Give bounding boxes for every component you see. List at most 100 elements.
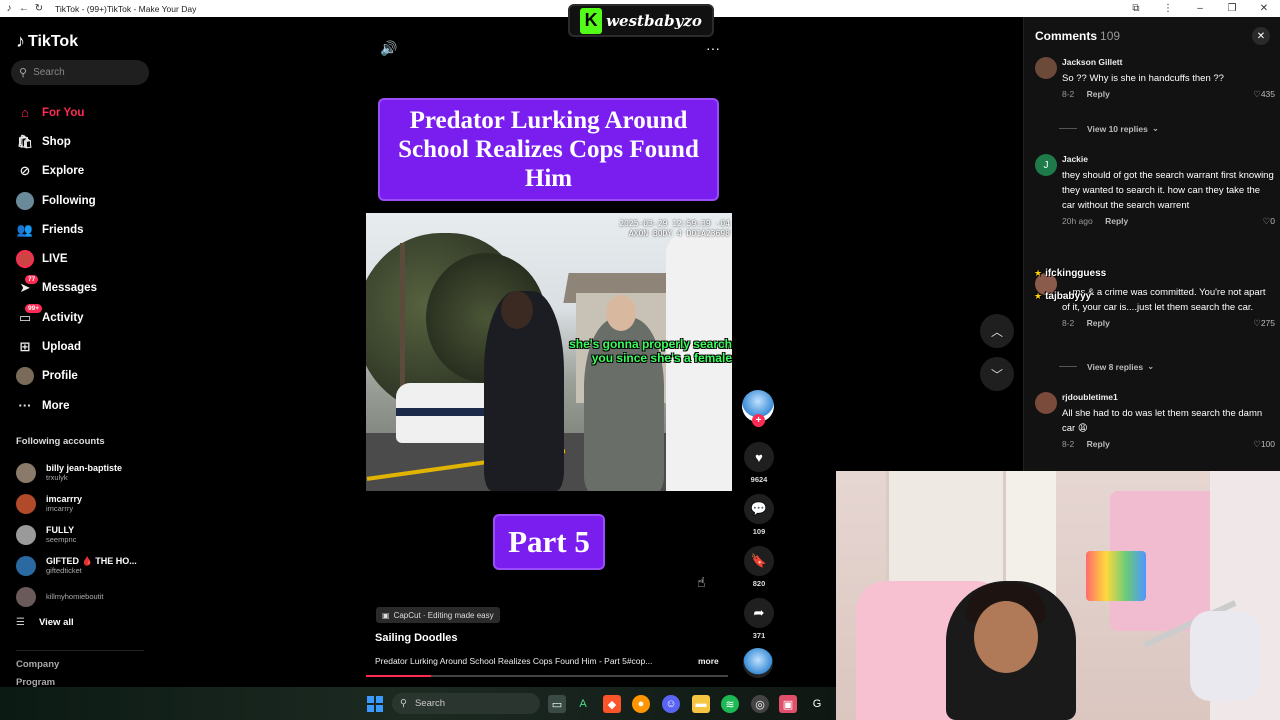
file-explorer-icon[interactable]: ▬	[692, 695, 710, 713]
progress-fill	[366, 675, 432, 677]
following-account[interactable]: FULLY seempnc	[16, 519, 137, 550]
nav-messages[interactable]: ➤ 77 Messages	[16, 274, 97, 303]
like-button[interactable]: ♥ 9624	[743, 442, 775, 484]
more-button[interactable]: more	[698, 656, 719, 666]
nav-explore[interactable]: ⊘ Explore	[16, 157, 97, 186]
footage-officer-head	[501, 291, 533, 329]
firefox-icon[interactable]: ●	[632, 695, 650, 713]
video-author[interactable]: Sailing Doodles	[375, 632, 458, 644]
taskbar-search[interactable]: ⚲ Search	[392, 693, 540, 714]
close-window-icon[interactable]: ✕	[1248, 3, 1280, 14]
following-account[interactable]: billy jean-baptiste trxulyk	[16, 457, 137, 488]
avatar[interactable]	[1035, 57, 1057, 79]
comments-count: 109	[1100, 29, 1121, 43]
comment-meta: 8-2 Reply ♡435	[1062, 89, 1275, 101]
save-button[interactable]: 🔖 820	[743, 546, 775, 588]
comment-author[interactable]: Jackson Gillett	[1062, 57, 1275, 67]
footer-company-link[interactable]: Company	[16, 659, 59, 670]
heart-outline-icon: ♡	[1253, 318, 1261, 328]
comment-like-button[interactable]: ♡0	[1263, 216, 1275, 227]
app-icon[interactable]: G	[808, 695, 826, 713]
comment-author[interactable]: Jackie	[1062, 154, 1275, 164]
more-options-icon[interactable]: ···	[706, 40, 720, 56]
tiktok-note-icon: ♪	[16, 31, 25, 51]
obs-icon[interactable]: ◎	[751, 695, 769, 713]
nav-friends[interactable]: 👥 Friends	[16, 215, 97, 244]
comments-title: Comments	[1035, 29, 1098, 43]
close-icon: ✕	[1256, 30, 1266, 42]
nav-more[interactable]: ··· More	[16, 391, 97, 420]
video-player[interactable]: 2025-03-29 12:59:39 -04 AXON BODY 4 D01A…	[366, 213, 732, 491]
view-all-link[interactable]: ☰ View all	[16, 617, 74, 628]
nav-following[interactable]: Following	[16, 186, 97, 215]
restore-icon[interactable]: ❐	[1216, 3, 1248, 14]
description-text: Predator Lurking Around School Realizes …	[375, 656, 653, 666]
share-button[interactable]: ➦ 371	[743, 598, 775, 640]
avatar	[16, 555, 36, 576]
view-replies-label: View 8 replies	[1087, 361, 1144, 372]
music-disc-icon[interactable]	[743, 648, 773, 678]
account-name: imcarrry	[46, 493, 83, 504]
comment-like-button[interactable]: ♡100	[1253, 439, 1275, 450]
comment-like-button[interactable]: ♡275	[1253, 318, 1275, 329]
discord-icon[interactable]: ☺	[662, 695, 680, 713]
creator-avatar[interactable]: +	[742, 390, 774, 427]
following-account[interactable]: imcarrry imcarrry	[16, 488, 137, 519]
app-icon[interactable]: A	[574, 695, 592, 713]
comment-button[interactable]: 💬 109	[743, 494, 775, 536]
nav-upload[interactable]: ⊞ Upload	[16, 332, 97, 361]
close-comments-button[interactable]: ✕	[1252, 27, 1270, 45]
comment-like-button[interactable]: ♡435	[1253, 89, 1275, 100]
avatar[interactable]: J	[1035, 154, 1057, 176]
tiktok-logo[interactable]: ♪ TikTok	[16, 31, 78, 52]
windows-start-icon[interactable]	[367, 696, 383, 712]
shop-bag-icon: 🛍	[16, 133, 34, 149]
app-icon[interactable]: ▣	[779, 695, 797, 713]
reply-button[interactable]: Reply	[1087, 318, 1110, 328]
minimize-icon[interactable]: –	[1184, 3, 1216, 14]
nav-label: Following	[42, 194, 96, 207]
following-account[interactable]: GIFTED 🩸 THE HO... giftedticket	[16, 550, 137, 581]
avatar[interactable]	[1035, 392, 1057, 414]
chat-line: ★ ifckingguess	[1034, 262, 1106, 285]
task-view-icon[interactable]: ▭	[548, 695, 566, 713]
follow-plus-icon[interactable]: +	[752, 414, 765, 427]
window-controls: ⧉ ⋮ – ❐ ✕	[1120, 0, 1280, 17]
account-handle: seempnc	[46, 534, 77, 544]
view-replies-label: View 10 replies	[1087, 123, 1148, 134]
hand-cursor-icon: ☝	[697, 574, 706, 590]
device-line: AXON BODY 4 D01A23698	[628, 229, 730, 238]
extensions-icon[interactable]: ⧉	[1120, 3, 1152, 14]
refresh-icon[interactable]: ↻	[33, 3, 45, 15]
account-name: FULLY	[46, 524, 75, 535]
following-account[interactable]: killmyhomieboutit	[16, 581, 137, 612]
list-icon: ☰	[16, 617, 25, 628]
share-arrow-icon: ➦	[744, 598, 774, 628]
video-progress-bar[interactable]	[366, 675, 728, 677]
volume-icon[interactable]: 🔊	[380, 40, 397, 57]
back-arrow-icon[interactable]: ←	[18, 3, 30, 15]
reply-button[interactable]: Reply	[1087, 439, 1110, 449]
comment-author[interactable]: rjdoubletime1	[1062, 392, 1275, 402]
comment-like-count: 435	[1260, 89, 1275, 99]
search-input[interactable]: ⚲ Search	[11, 60, 149, 85]
like-count: 9624	[750, 475, 768, 484]
kebab-menu-icon[interactable]: ⋮	[1152, 3, 1184, 14]
nav-for-you[interactable]: ⌂ For You	[16, 98, 97, 127]
reply-button[interactable]: Reply	[1087, 89, 1110, 99]
reply-button[interactable]: Reply	[1105, 216, 1128, 226]
next-video-button[interactable]: ﹀	[980, 357, 1014, 391]
nav-shop[interactable]: 🛍 Shop	[16, 127, 97, 156]
comment-meta: 8-2 Reply ♡100	[1062, 439, 1275, 451]
friends-icon: 👥	[16, 221, 34, 237]
nav-activity[interactable]: ▭ 99+ Activity	[16, 303, 97, 332]
capcut-tag[interactable]: ▣ CapCut · Editing made easy	[376, 607, 500, 623]
view-replies-button[interactable]: View 10 replies ⌄	[1059, 123, 1159, 134]
nav-live[interactable]: LIVE	[16, 244, 97, 273]
avatar	[16, 493, 36, 514]
brave-browser-icon[interactable]: ◆	[603, 695, 621, 713]
view-replies-button[interactable]: View 8 replies ⌄	[1059, 361, 1154, 372]
spotify-icon[interactable]: ≋	[721, 695, 739, 713]
nav-profile[interactable]: Profile	[16, 362, 97, 391]
previous-video-button[interactable]: ︿	[980, 314, 1014, 348]
